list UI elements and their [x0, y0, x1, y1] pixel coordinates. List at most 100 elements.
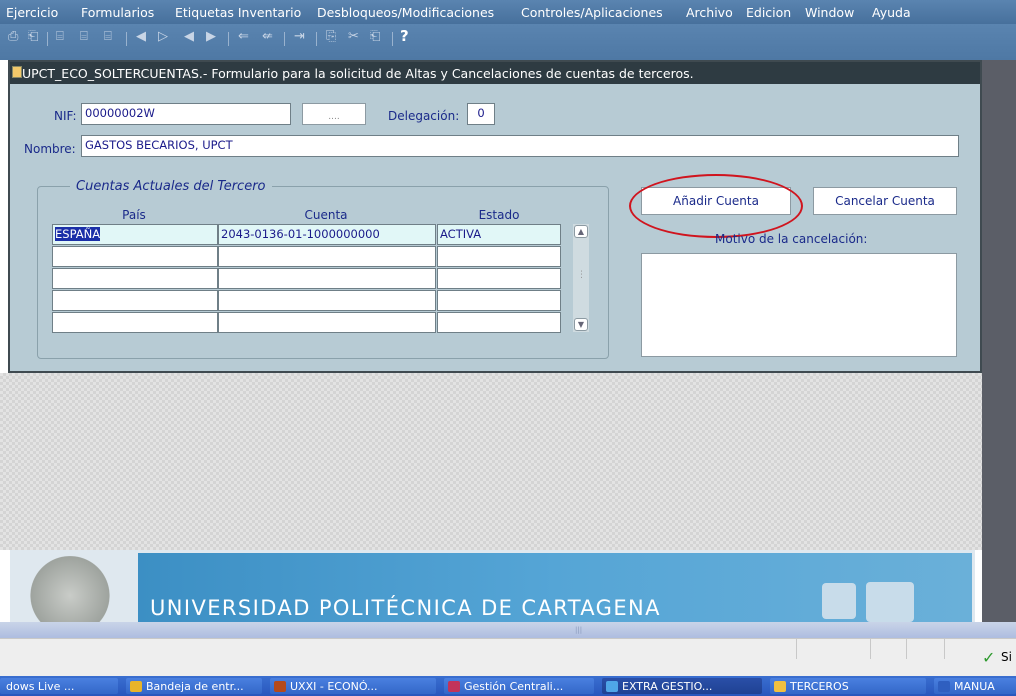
university-seal-icon [18, 556, 122, 622]
paste-icon[interactable]: ⎗ [370, 29, 380, 44]
menu-formularios[interactable]: Formularios [81, 5, 154, 20]
status-text: Si [1001, 650, 1012, 664]
taskbar-item[interactable]: TERCEROS [770, 678, 926, 694]
copy-icon[interactable]: ⎘ [326, 29, 336, 44]
checkmark-icon: ✓ [982, 648, 996, 667]
toolbar-separator [284, 32, 285, 46]
app-icon [274, 680, 286, 692]
nif-lov-button[interactable]: .... [302, 103, 366, 125]
status-bar: ✓ Si [0, 638, 1016, 677]
table-cell-cuenta[interactable] [218, 246, 436, 267]
table-cell-estado[interactable]: ACTIVA [437, 224, 561, 245]
nombre-input[interactable]: GASTOS BECARIOS, UPCT [81, 135, 959, 157]
cancel-query-icon[interactable]: ⌸ [104, 29, 112, 44]
browser-icon [606, 680, 618, 692]
taskbar-item-label: Bandeja de entr... [146, 679, 244, 693]
execute-query-icon[interactable]: ⌸ [80, 29, 88, 44]
form-title-bar: UPCT_ECO_SOLTERCUENTAS.- Formulario para… [10, 62, 980, 84]
menu-edicion[interactable]: Edicion [746, 5, 791, 20]
document-icon [938, 680, 950, 692]
table-cell-cuenta[interactable]: 2043-0136-01-1000000000 [218, 224, 436, 245]
table-cell-pais[interactable] [52, 268, 218, 289]
previous-record-icon[interactable]: ▷ [158, 29, 168, 44]
menu-ayuda[interactable]: Ayuda [872, 5, 911, 20]
scroll-up-icon[interactable]: ▲ [574, 225, 588, 238]
window-background-strip [982, 60, 1016, 622]
menu-window[interactable]: Window [805, 5, 854, 20]
table-cell-pais[interactable] [52, 246, 218, 267]
toolbar-separator [228, 32, 229, 46]
nif-label: NIF: [54, 109, 77, 123]
toolbar-separator [316, 32, 317, 46]
horizontal-scrollbar[interactable]: ||| [0, 622, 1016, 638]
insert-record-icon[interactable]: ⇐ [238, 29, 249, 44]
motivo-label: Motivo de la cancelación: [715, 232, 868, 246]
table-scrollbar[interactable]: ▲ ⋮ ▼ [573, 224, 589, 332]
menu-controles-aplicaciones[interactable]: Controles/Aplicaciones [521, 5, 663, 20]
taskbar-item[interactable]: Bandeja de entr... [126, 678, 262, 694]
taskbar-item-label: EXTRA GESTIO... [622, 679, 713, 693]
table-cell-estado[interactable] [437, 312, 561, 333]
form-window-icon [12, 66, 22, 78]
taskbar-item[interactable]: MANUA [934, 678, 1016, 694]
nombre-label: Nombre: [24, 142, 76, 156]
scroll-down-icon[interactable]: ▼ [574, 318, 588, 331]
cut-icon[interactable]: ✂ [348, 29, 359, 44]
help-icon[interactable]: ? [400, 27, 409, 45]
col-header-pais: País [122, 208, 146, 222]
table-cell-estado[interactable] [437, 290, 561, 311]
status-divider [944, 639, 945, 659]
taskbar-item[interactable]: UXXI - ECONÓ... [270, 678, 436, 694]
taskbar-item[interactable]: EXTRA GESTIO... [602, 678, 762, 694]
menu-etiquetas-inventario[interactable]: Etiquetas Inventario [175, 5, 301, 20]
status-divider [870, 639, 871, 659]
taskbar-item-label: TERCEROS [790, 679, 849, 693]
next-block-icon[interactable]: ▶ [206, 29, 216, 44]
first-record-icon[interactable]: ◀ [136, 29, 146, 44]
delegacion-label: Delegación: [388, 109, 460, 123]
table-cell-estado[interactable] [437, 268, 561, 289]
folder-icon [774, 680, 786, 692]
previous-block-icon[interactable]: ◀ [184, 29, 194, 44]
save-icon[interactable]: ⎙ [8, 29, 18, 44]
menu-archivo[interactable]: Archivo [686, 5, 733, 20]
menu-ejercicio[interactable]: Ejercicio [6, 5, 58, 20]
print-icon[interactable]: ⎗ [28, 29, 38, 44]
taskbar-item-label: dows Live ... [6, 679, 75, 693]
exit-icon[interactable]: ⇥ [294, 29, 305, 44]
table-cell-cuenta[interactable] [218, 290, 436, 311]
taskbar: dows Live ... Bandeja de entr... UXXI - … [0, 676, 1016, 696]
taskbar-item[interactable]: dows Live ... [0, 678, 118, 694]
delete-record-icon[interactable]: ⇍ [262, 29, 273, 44]
col-header-estado: Estado [478, 208, 520, 222]
toolbar-separator [392, 32, 393, 46]
cancel-account-button[interactable]: Cancelar Cuenta [813, 187, 957, 215]
enter-query-icon[interactable]: ⌸ [56, 29, 64, 44]
table-cell-cuenta[interactable] [218, 312, 436, 333]
banner-title: UNIVERSIDAD POLITÉCNICA DE CARTAGENA [150, 596, 661, 620]
menu-bar: Ejercicio Formularios Etiquetas Inventar… [0, 0, 1016, 24]
table-cell-pais[interactable] [52, 312, 218, 333]
status-divider [906, 639, 907, 659]
form-window: UPCT_ECO_SOLTERCUENTAS.- Formulario para… [8, 60, 982, 373]
menu-desbloqueos-modificaciones[interactable]: Desbloqueos/Modificaciones [317, 5, 494, 20]
delegacion-input[interactable]: 0 [467, 103, 495, 125]
form-background-pattern [0, 373, 982, 550]
table-cell-cuenta[interactable] [218, 268, 436, 289]
scroll-grip-icon[interactable]: ||| [575, 626, 585, 634]
motivo-textarea[interactable] [641, 253, 957, 357]
scroll-grip-icon[interactable]: ⋮ [577, 270, 586, 282]
table-cell-pais[interactable] [52, 290, 218, 311]
col-header-cuenta: Cuenta [304, 208, 348, 222]
table-cell-estado[interactable] [437, 246, 561, 267]
app-icon [448, 680, 460, 692]
heraldic-emblem-icon [866, 582, 914, 622]
table-cell-pais[interactable]: ESPAÑA [52, 224, 218, 245]
taskbar-item-label: MANUA [954, 679, 995, 693]
inbox-icon [130, 680, 142, 692]
taskbar-item[interactable]: Gestión Centrali... [444, 678, 594, 694]
toolbar-separator [47, 32, 48, 46]
nif-input[interactable]: 00000002W [81, 103, 291, 125]
selected-text: ESPAÑA [55, 227, 101, 241]
toolbar-separator [126, 32, 127, 46]
